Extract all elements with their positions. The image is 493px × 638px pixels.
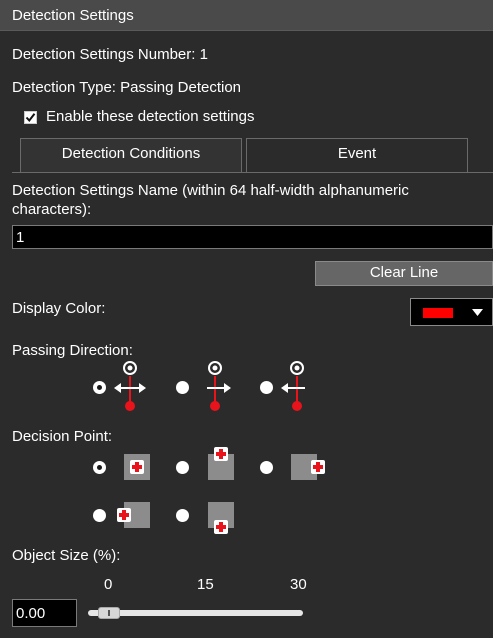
object-size-tick-30: 30 xyxy=(290,576,307,593)
object-size-input[interactable] xyxy=(12,599,77,627)
object-size-slider-thumb[interactable] xyxy=(98,607,120,619)
detection-type: Detection Type: Passing Detection xyxy=(12,79,242,96)
chevron-down-icon xyxy=(472,309,483,316)
tab-detection-conditions-label: Detection Conditions xyxy=(61,145,201,162)
enable-checkbox-label: Enable these detection settings xyxy=(46,108,255,125)
name-field-label-line2: characters): xyxy=(12,201,92,218)
object-size-tick-0: 0 xyxy=(104,576,113,593)
display-color-label: Display Color: xyxy=(12,300,106,317)
arrow-left-icon xyxy=(281,361,305,411)
passing-direction-radio-right[interactable] xyxy=(176,381,189,394)
decision-point-radio-top[interactable] xyxy=(176,461,189,474)
arrow-right-icon xyxy=(207,361,231,411)
decision-point-radio-left[interactable] xyxy=(93,509,106,522)
passing-direction-label: Passing Direction: xyxy=(12,342,133,359)
object-size-tick-15: 15 xyxy=(197,576,214,593)
red-plus-icon xyxy=(130,460,144,474)
color-swatch xyxy=(423,308,453,318)
red-plus-icon xyxy=(214,447,228,461)
checkmark-icon xyxy=(25,113,36,123)
decision-point-radio-right[interactable] xyxy=(260,461,273,474)
arrow-both-icon xyxy=(114,361,146,411)
decision-point-radio-center[interactable] xyxy=(93,461,106,474)
enable-checkbox[interactable] xyxy=(24,111,37,124)
red-plus-icon xyxy=(214,520,228,534)
clear-line-button[interactable]: Clear Line xyxy=(315,261,493,286)
red-plus-icon xyxy=(311,460,325,474)
tab-divider xyxy=(12,172,493,173)
decision-point-radio-bottom[interactable] xyxy=(176,509,189,522)
tab-event-label: Event xyxy=(337,145,377,162)
passing-direction-radio-both[interactable] xyxy=(93,381,106,394)
detection-settings-number: Detection Settings Number: 1 xyxy=(12,46,208,63)
display-color-select[interactable] xyxy=(410,298,493,326)
object-size-label: Object Size (%): xyxy=(12,547,121,564)
tab-detection-conditions[interactable]: Detection Conditions xyxy=(20,138,242,172)
tab-event[interactable]: Event xyxy=(246,138,468,172)
panel-titlebar: Detection Settings xyxy=(0,0,493,31)
passing-direction-radio-left[interactable] xyxy=(260,381,273,394)
name-field-label-line1: Detection Settings Name (within 64 half-… xyxy=(12,182,409,199)
panel-title: Detection Settings xyxy=(12,7,134,24)
object-size-slider-track[interactable] xyxy=(88,610,303,616)
decision-point-label: Decision Point: xyxy=(12,428,113,445)
clear-line-label: Clear Line xyxy=(369,264,439,281)
red-plus-icon xyxy=(117,508,131,522)
detection-name-input[interactable] xyxy=(12,225,493,249)
